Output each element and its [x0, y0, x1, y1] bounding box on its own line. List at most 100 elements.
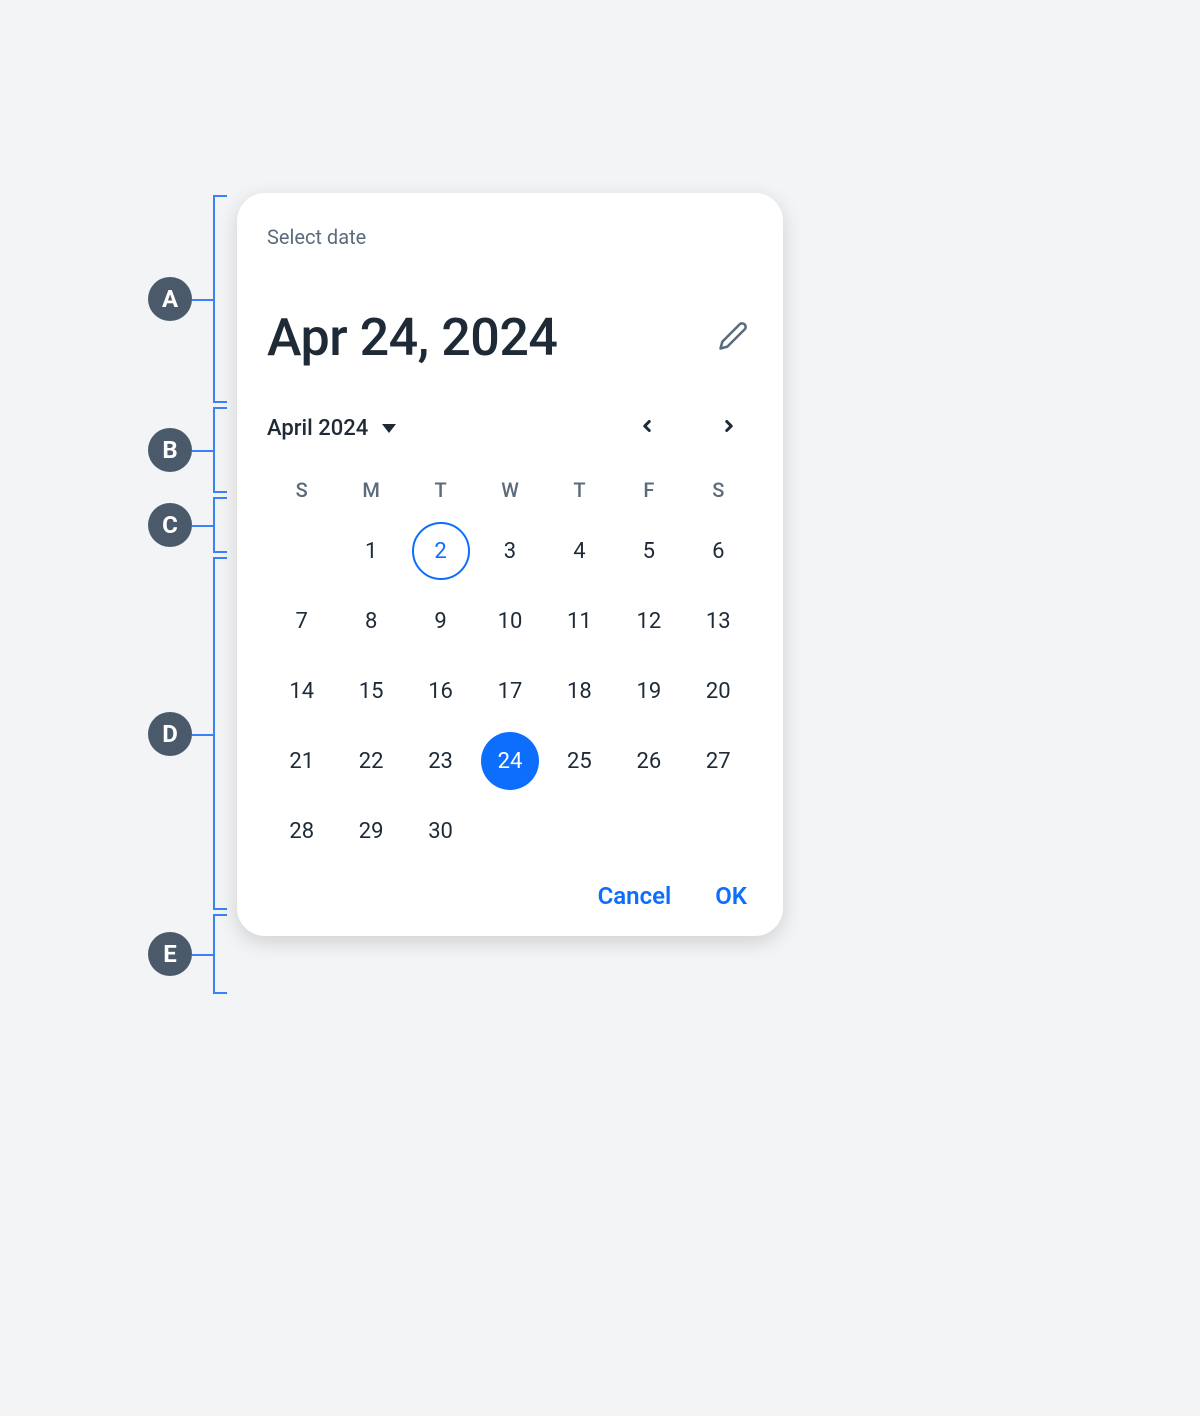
- annotation-a: A: [148, 277, 192, 321]
- annotation-bracket-c: [213, 497, 227, 553]
- annotation-connector-d: [192, 734, 213, 736]
- calendar-day-cell: 28: [267, 800, 336, 862]
- calendar-day-cell: 15: [336, 660, 405, 722]
- calendar-day[interactable]: 11: [550, 592, 608, 650]
- calendar-day[interactable]: 21: [273, 732, 331, 790]
- dropdown-icon: [382, 424, 396, 433]
- calendar-grid: 1234567891011121314151617181920212223242…: [267, 520, 753, 862]
- calendar-day-cell: 25: [545, 730, 614, 792]
- calendar-day-cell: [475, 800, 544, 862]
- annotation-bracket-b: [213, 407, 227, 493]
- calendar-day-cell: 17: [475, 660, 544, 722]
- calendar-day[interactable]: 23: [412, 732, 470, 790]
- calendar-day[interactable]: 30: [412, 802, 470, 860]
- next-month-button[interactable]: [711, 410, 747, 446]
- calendar-day-cell: 22: [336, 730, 405, 792]
- calendar-day-cell: 20: [684, 660, 753, 722]
- calendar-day-cell: 18: [545, 660, 614, 722]
- calendar-day-cell: 26: [614, 730, 683, 792]
- calendar-day-cell: 1: [336, 520, 405, 582]
- annotation-connector-e: [192, 954, 213, 956]
- calendar-day[interactable]: 29: [342, 802, 400, 860]
- prev-month-button[interactable]: [629, 410, 665, 446]
- ok-button[interactable]: OK: [715, 882, 747, 910]
- calendar-day[interactable]: 17: [481, 662, 539, 720]
- chevron-left-icon: [638, 417, 656, 439]
- chevron-right-icon: [720, 417, 738, 439]
- calendar-day-cell: 10: [475, 590, 544, 652]
- calendar-day[interactable]: 22: [342, 732, 400, 790]
- date-picker-card: Select date Apr 24, 2024 April 2024: [237, 193, 783, 936]
- calendar-day-cell: 4: [545, 520, 614, 582]
- calendar-day[interactable]: 19: [620, 662, 678, 720]
- annotation-bracket-a: [213, 195, 227, 403]
- calendar-day-cell: 9: [406, 590, 475, 652]
- calendar-day[interactable]: 16: [412, 662, 470, 720]
- calendar-day[interactable]: 14: [273, 662, 331, 720]
- calendar-day-cell: [614, 800, 683, 862]
- calendar-week-row: 21222324252627: [267, 730, 753, 792]
- day-of-week-label: S: [267, 478, 336, 502]
- calendar-day[interactable]: 9: [412, 592, 470, 650]
- calendar-day-cell: 3: [475, 520, 544, 582]
- calendar-day[interactable]: 10: [481, 592, 539, 650]
- annotation-d: D: [148, 712, 192, 756]
- calendar-day[interactable]: 15: [342, 662, 400, 720]
- calendar-day[interactable]: 4: [550, 522, 608, 580]
- calendar-day-cell: [267, 520, 336, 582]
- calendar-day[interactable]: 3: [481, 522, 539, 580]
- day-of-week-label: T: [545, 478, 614, 502]
- day-of-week-label: W: [475, 478, 544, 502]
- calendar-day[interactable]: 25: [550, 732, 608, 790]
- calendar-day[interactable]: 27: [689, 732, 747, 790]
- calendar-day[interactable]: 26: [620, 732, 678, 790]
- calendar-day[interactable]: 28: [273, 802, 331, 860]
- calendar-day-cell: 30: [406, 800, 475, 862]
- calendar-day-cell: 16: [406, 660, 475, 722]
- annotation-bracket-e: [213, 914, 227, 994]
- calendar-day-cell: 11: [545, 590, 614, 652]
- calendar-day[interactable]: 12: [620, 592, 678, 650]
- calendar-day-cell: [684, 800, 753, 862]
- cancel-button[interactable]: Cancel: [598, 882, 672, 910]
- annotation-connector-c: [192, 525, 213, 527]
- calendar-day[interactable]: 20: [689, 662, 747, 720]
- calendar-day-cell: 23: [406, 730, 475, 792]
- calendar-day[interactable]: 8: [342, 592, 400, 650]
- calendar-day[interactable]: 1: [342, 522, 400, 580]
- calendar-day-cell: 14: [267, 660, 336, 722]
- edit-date-button[interactable]: [713, 318, 753, 358]
- calendar-day-cell: 7: [267, 590, 336, 652]
- calendar-day-cell: 13: [684, 590, 753, 652]
- annotation-e: E: [148, 932, 192, 976]
- calendar-day-cell: 5: [614, 520, 683, 582]
- calendar-day[interactable]: 18: [550, 662, 608, 720]
- calendar-day[interactable]: 7: [273, 592, 331, 650]
- calendar-day-cell: 27: [684, 730, 753, 792]
- calendar-day[interactable]: 5: [620, 522, 678, 580]
- supertitle: Select date: [267, 225, 753, 249]
- headline-row: Apr 24, 2024: [267, 307, 753, 368]
- calendar-day-cell: 19: [614, 660, 683, 722]
- calendar-day-cell: 24: [475, 730, 544, 792]
- annotation-b: B: [148, 428, 192, 472]
- calendar-day[interactable]: 2: [412, 522, 470, 580]
- action-row: Cancel OK: [267, 882, 753, 910]
- annotation-connector-a: [192, 299, 213, 301]
- annotation-c: C: [148, 503, 192, 547]
- calendar-week-row: 14151617181920: [267, 660, 753, 722]
- month-year-label: April 2024: [267, 416, 368, 441]
- calendar-day-cell: 8: [336, 590, 405, 652]
- calendar-day[interactable]: 24: [481, 732, 539, 790]
- day-of-week-label: T: [406, 478, 475, 502]
- day-of-week-label: M: [336, 478, 405, 502]
- month-year-select[interactable]: April 2024: [267, 416, 396, 441]
- calendar-day[interactable]: 6: [689, 522, 747, 580]
- annotation-bracket-d: [213, 557, 227, 910]
- calendar-day-cell: 21: [267, 730, 336, 792]
- calendar-day[interactable]: 13: [689, 592, 747, 650]
- days-of-week-row: SMTWTFS: [267, 478, 753, 502]
- calendar-week-row: 123456: [267, 520, 753, 582]
- calendar-day-cell: [545, 800, 614, 862]
- selected-date-headline: Apr 24, 2024: [267, 307, 557, 368]
